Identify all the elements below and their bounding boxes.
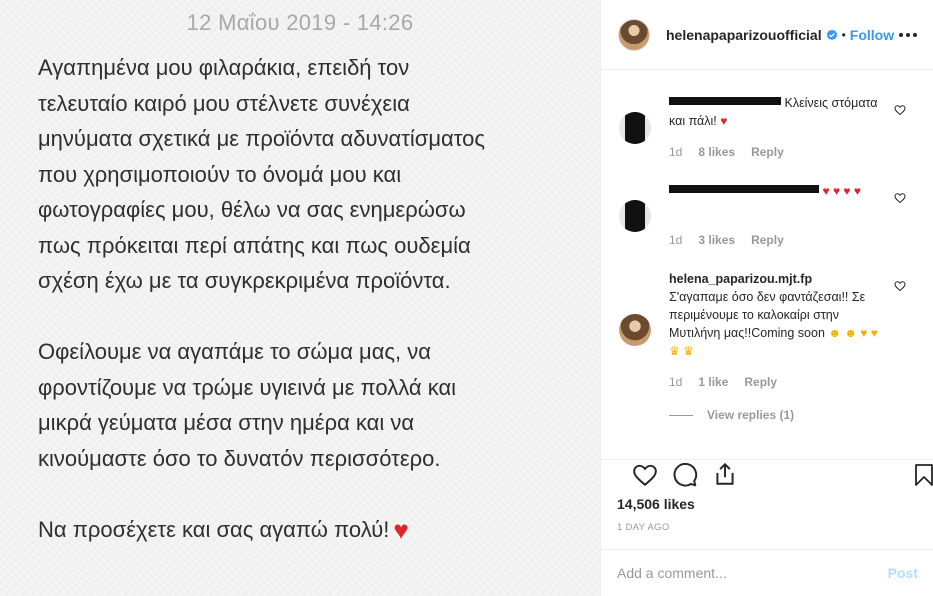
note-closing: Να προσέχετε και σας αγαπώ πολύ! ♥ [38,512,578,549]
follow-button[interactable]: Follow [850,27,894,43]
header-separator: • [841,27,846,42]
comment-like-heart-icon[interactable] [894,192,906,204]
comment-icon[interactable] [672,462,698,488]
redacted-username [669,185,819,193]
post-actions: 14,506 likes 1 DAY AGO [601,459,933,533]
note-paragraph: Αγαπημένα μου φιλαράκια, επειδή τον τελε… [38,55,485,293]
avatar[interactable] [618,18,650,51]
add-comment-bar: Post [601,549,933,596]
action-icons [617,460,933,490]
share-icon[interactable] [712,461,738,487]
comment-meta: 1d 8 likes Reply [669,145,784,159]
verified-badge-icon [826,29,837,40]
heart-emoji-icon: ♥ ♥ ♥ ♥ [822,184,861,198]
view-replies-line [669,414,693,416]
heart-emoji-icon: ♥ [720,114,728,128]
note-closing-text: Να προσέχετε και σας αγαπώ πολύ! [38,516,390,542]
header-username[interactable]: helenapaparizouofficial [666,27,822,43]
reply-button[interactable]: Reply [751,145,784,159]
note-text: Αγαπημένα μου φιλαράκια, επειδή τον τελε… [38,50,578,548]
comment-likes[interactable]: 8 likes [698,145,735,159]
note-paragraph: Οφείλουμε να αγαπάμε το σώμα μας, να φρο… [38,339,457,471]
post-button[interactable]: Post [888,565,918,581]
reply-button[interactable]: Reply [751,233,784,247]
comment-age: 1d [669,375,683,389]
comment-age: 1d [669,145,683,159]
comment-text-wrapper: Κλείνεις στόματα και πάλι! ♥ [669,94,889,130]
comment-age: 1d [669,233,683,247]
comment-input[interactable] [617,565,888,581]
heart-icon[interactable] [632,462,658,488]
comment-meta: 1d 3 likes Reply [669,233,784,247]
note-date: 12 Μαΐου 2019 - 14:26 [186,10,414,35]
red-heart-emoji-icon: ♥ [393,514,409,545]
post-header: helenapaparizouofficial • Follow [601,0,933,70]
post-side-panel: helenapaparizouofficial • Follow Κλείνει… [600,0,933,596]
post-age: 1 DAY AGO [617,522,670,533]
comment-like-heart-icon[interactable] [894,280,906,292]
comments-list[interactable]: Κλείνεις στόματα και πάλι! ♥ 1d 8 likes … [601,70,933,458]
comment-likes[interactable]: 3 likes [698,233,735,247]
comment-like-heart-icon[interactable] [894,104,906,116]
more-options-icon[interactable] [899,32,917,37]
view-replies-label: View replies (1) [707,408,795,422]
post-image[interactable]: 12 Μαΐου 2019 - 14:26 Αγαπημένα μου φιλα… [0,0,600,596]
comment-text-wrapper: ♥ ♥ ♥ ♥ [669,182,889,200]
comment-avatar[interactable] [619,200,651,232]
bookmark-icon[interactable] [912,462,933,488]
redacted-username [669,97,781,105]
reply-button[interactable]: Reply [744,375,777,389]
comment-likes[interactable]: 1 like [698,375,728,389]
view-replies-button[interactable]: View replies (1) [669,408,794,422]
comment-text-wrapper: helena_paparizou.mjt.fp Σ'αγαπαμε όσο δε… [669,270,889,360]
comment-meta: 1d 1 like Reply [669,375,777,389]
comment-avatar[interactable] [619,314,651,346]
comment-username[interactable]: helena_paparizou.mjt.fp [669,272,812,286]
comment-avatar[interactable] [619,112,651,144]
likes-count[interactable]: 14,506 likes [617,496,695,512]
